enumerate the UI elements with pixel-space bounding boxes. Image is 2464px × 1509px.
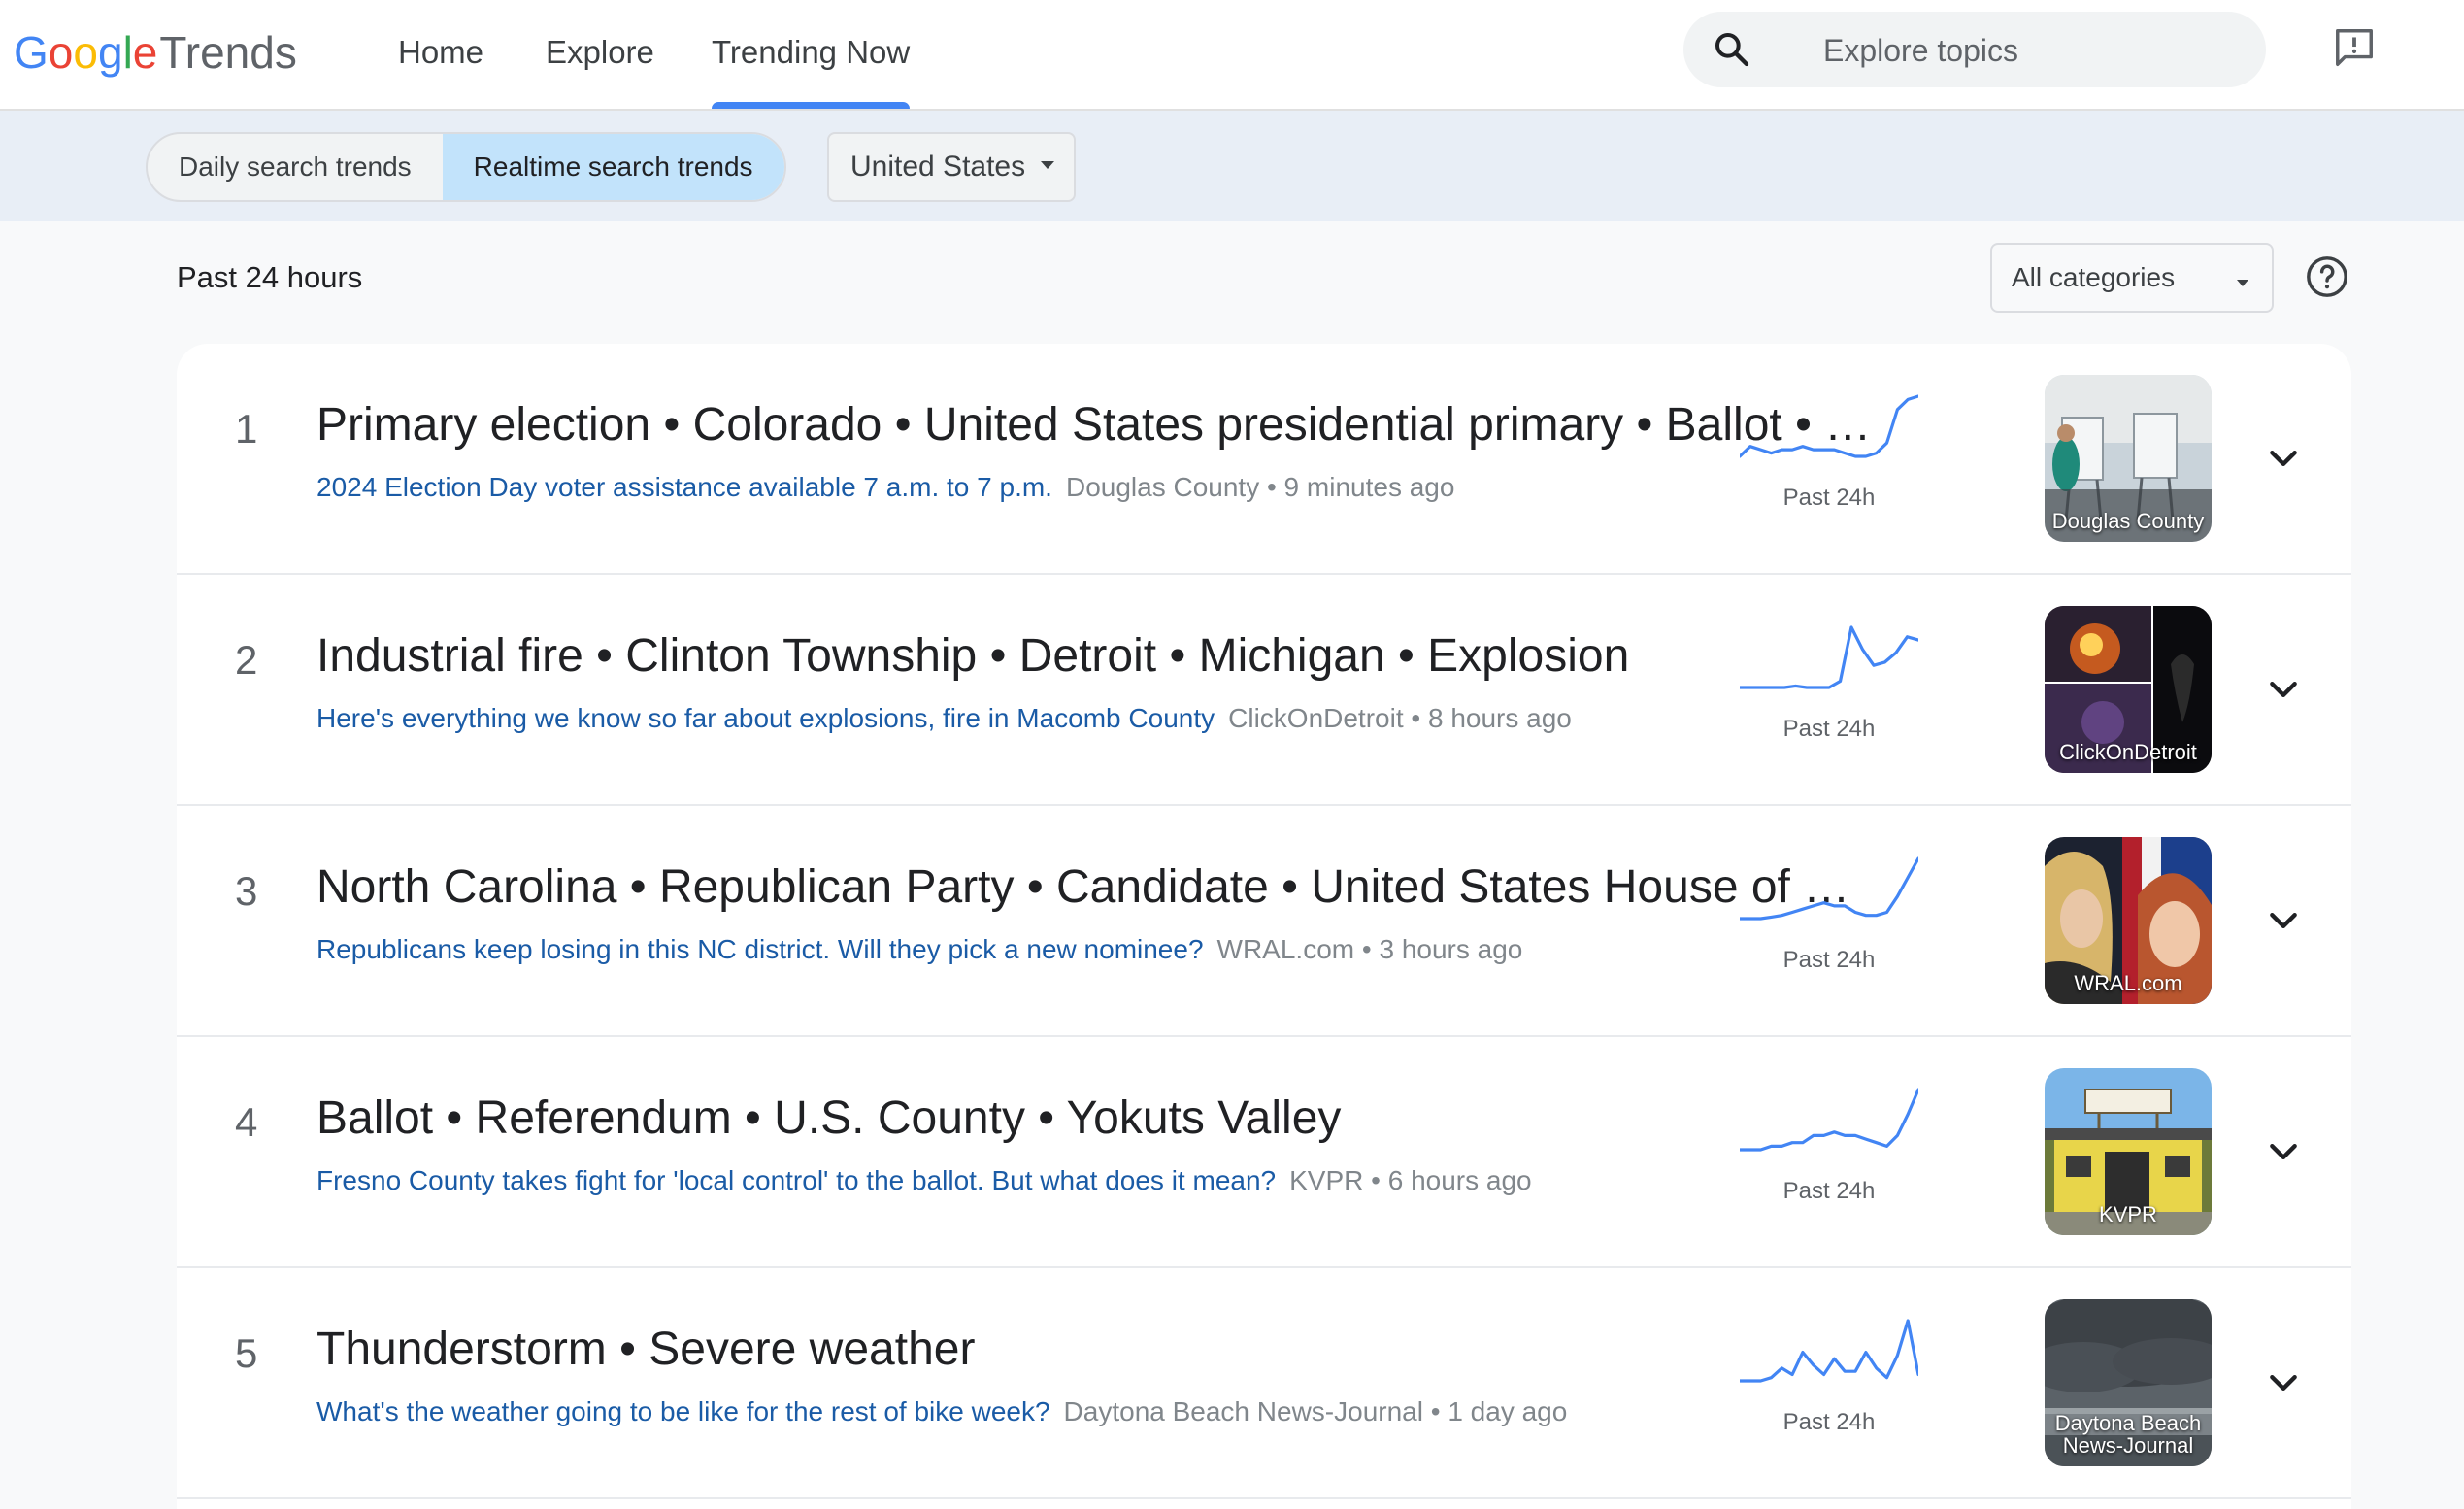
sparkline-label: Past 24h (1782, 716, 1876, 742)
trends-subheader: Daily search trends Realtime search tren… (0, 111, 2464, 221)
trend-article-link[interactable]: Here's everything we know so far about e… (316, 703, 1215, 733)
thumbnail-source-label: KVPR (2099, 1202, 2157, 1226)
trend-sparkline (1740, 1088, 1918, 1152)
chevron-down-icon[interactable] (2264, 1363, 2303, 1402)
trend-thumbnail[interactable]: Douglas County (2045, 375, 2212, 542)
category-selected-value: All categories (2012, 262, 2176, 292)
trend-news-line: Republicans keep losing in this NC distr… (316, 930, 1860, 969)
chevron-down-icon[interactable] (2264, 1132, 2303, 1171)
trend-article-link[interactable]: 2024 Election Day voter assistance avail… (316, 472, 1052, 502)
trend-row[interactable]: 3 North Carolina • Republican Party • Ca… (177, 806, 2351, 1037)
trend-article-link[interactable]: Republicans keep losing in this NC distr… (316, 934, 1204, 964)
time-range-label: Past 24 hours (177, 260, 363, 294)
trend-thumbnail[interactable]: KVPR (2045, 1068, 2212, 1235)
search-input[interactable] (1821, 12, 2233, 89)
trending-list: 1 Primary election • Colorado • United S… (177, 344, 2351, 1509)
realtime-search-trends-button[interactable]: Realtime search trends (442, 134, 784, 200)
trend-source: WRAL.com • 3 hours ago (1216, 934, 1523, 964)
sparkline-path (1740, 625, 1918, 689)
trend-news-line: What's the weather going to be like for … (316, 1392, 1860, 1431)
trend-source: Daytona Beach News-Journal • 1 day ago (1063, 1396, 1568, 1426)
top-app-bar: GoogleTrends Home Explore Trending Now (0, 0, 2464, 111)
thumbnail-source-label: WRAL.com (2074, 971, 2182, 995)
trend-news-line: Fresno County takes fight for 'local con… (316, 1161, 1860, 1200)
sparkline-path (1740, 1088, 1918, 1152)
trend-title[interactable]: Industrial fire • Clinton Township • Det… (316, 625, 1880, 687)
sparkline-label: Past 24h (1782, 1178, 1876, 1204)
trend-rank: 1 (235, 406, 258, 452)
trend-thumbnail[interactable]: WRAL.com (2045, 837, 2212, 1004)
trend-thumbnail[interactable]: Daytona Beach News-Journal (2045, 1299, 2212, 1466)
trend-row[interactable]: 2 Industrial fire • Clinton Township • D… (177, 575, 2351, 806)
trend-sparkline (1740, 394, 1918, 458)
trend-title[interactable]: Thunderstorm • Severe weather (316, 1319, 1880, 1381)
trend-sparkline (1740, 1319, 1918, 1383)
nav-tab-trending-now[interactable]: Trending Now (712, 0, 911, 109)
daily-search-trends-button[interactable]: Daily search trends (148, 134, 443, 200)
trend-rank: 3 (235, 868, 258, 914)
trend-article-link[interactable]: Fresno County takes fight for 'local con… (316, 1165, 1276, 1195)
category-dropdown[interactable]: All categories (1990, 243, 2274, 313)
trend-row[interactable]: 4 Ballot • Referendum • U.S. County • Yo… (177, 1037, 2351, 1268)
chevron-down-icon[interactable] (2264, 901, 2303, 940)
logo-trends-word: Trends (159, 27, 297, 78)
trend-source: Douglas County • 9 minutes ago (1065, 472, 1455, 502)
trend-thumbnail[interactable]: ClickOnDetroit (2045, 606, 2212, 773)
sparkline-label: Past 24h (1782, 1409, 1876, 1435)
nav-tab-home[interactable]: Home (398, 0, 483, 109)
search-bar[interactable] (1683, 12, 2266, 89)
trend-type-toggle: Daily search trends Realtime search tren… (146, 132, 786, 202)
help-icon[interactable] (2305, 254, 2349, 299)
trend-row[interactable]: 1 Primary election • Colorado • United S… (177, 344, 2351, 575)
feedback-icon[interactable] (2332, 25, 2377, 70)
caret-down-icon (1041, 161, 1054, 169)
trend-title[interactable]: Primary election • Colorado • United Sta… (316, 394, 1880, 456)
chevron-down-icon[interactable] (2264, 439, 2303, 478)
logo-google-word: Google (14, 27, 158, 78)
region-selected-value: United States (850, 151, 1026, 183)
chevron-down-icon[interactable] (2264, 670, 2303, 709)
nav-tab-explore[interactable]: Explore (546, 0, 654, 109)
trend-rank: 4 (235, 1099, 258, 1145)
search-icon[interactable] (1713, 30, 1751, 69)
trend-rank: 2 (235, 637, 258, 683)
thumbnail-source-label: Daytona Beach News-Journal (2054, 1411, 2202, 1458)
trend-news-line: 2024 Election Day voter assistance avail… (316, 468, 1860, 507)
nav-tab-label: Home (398, 34, 484, 70)
nav-tab-label: Explore (546, 34, 654, 70)
sparkline-path (1740, 1319, 1918, 1383)
trend-source: ClickOnDetroit • 8 hours ago (1228, 703, 1572, 733)
thumbnail-source-label: ClickOnDetroit (2059, 740, 2197, 764)
trend-article-link[interactable]: What's the weather going to be like for … (316, 1396, 1050, 1426)
caret-down-icon (2237, 280, 2248, 286)
trend-source: KVPR • 6 hours ago (1289, 1165, 1532, 1195)
google-trends-logo[interactable]: GoogleTrends (14, 23, 297, 82)
thumbnail-source-label: Douglas County (2051, 509, 2205, 533)
sparkline-path (1740, 394, 1918, 458)
nav-tab-label: Trending Now (712, 34, 911, 70)
trend-sparkline (1740, 856, 1918, 921)
trend-sparkline (1740, 625, 1918, 689)
trend-title[interactable]: North Carolina • Republican Party • Cand… (316, 856, 1880, 919)
trend-rank: 5 (235, 1330, 258, 1376)
trend-news-line: Here's everything we know so far about e… (316, 699, 1860, 738)
active-tab-indicator (712, 102, 911, 109)
trend-row[interactable]: 5 Thunderstorm • Severe weather What's t… (177, 1268, 2351, 1499)
sparkline-label: Past 24h (1782, 485, 1876, 511)
trend-title[interactable]: Ballot • Referendum • U.S. County • Yoku… (316, 1088, 1880, 1150)
region-dropdown[interactable]: United States (827, 132, 1076, 202)
sparkline-label: Past 24h (1782, 947, 1876, 973)
sparkline-path (1740, 856, 1918, 921)
